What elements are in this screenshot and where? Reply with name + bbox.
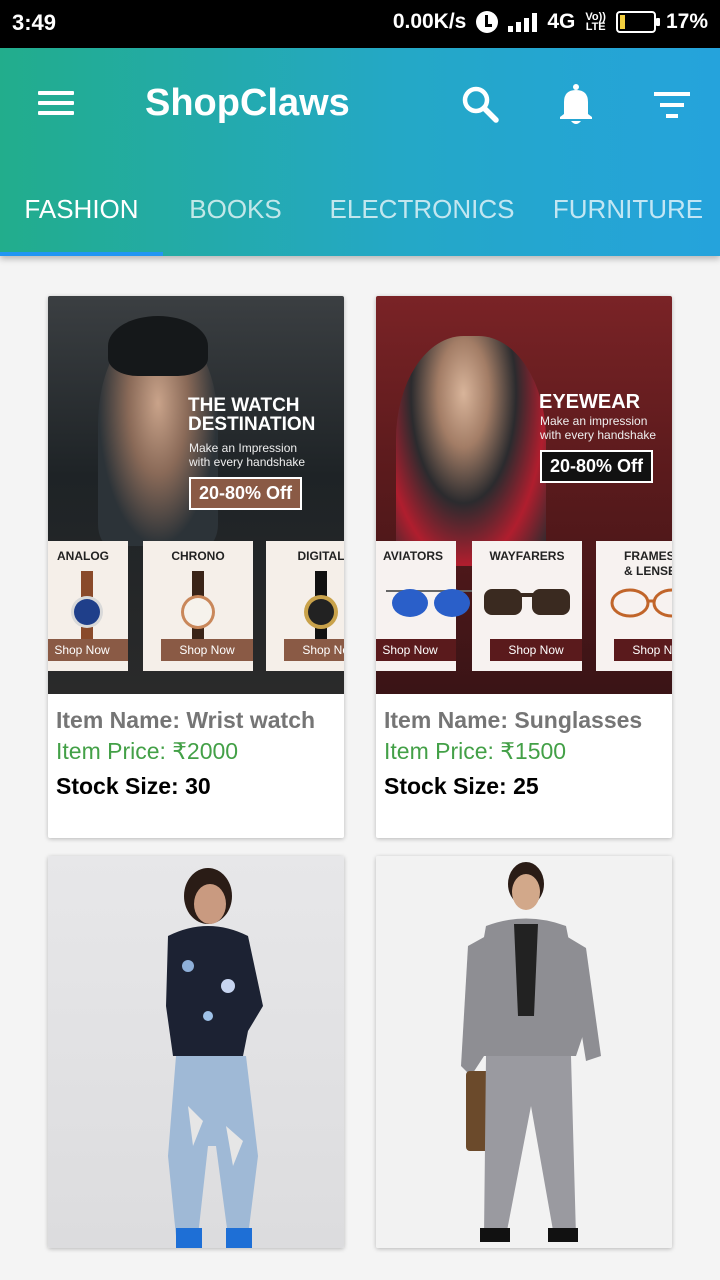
tile-shop-now: Shop Now bbox=[614, 639, 672, 661]
tile-shop-now: Shop Now bbox=[48, 639, 128, 661]
tile-label: ANALOG bbox=[57, 549, 109, 563]
filter-icon[interactable] bbox=[652, 88, 692, 122]
tile-chrono: CHRONO Shop Now bbox=[143, 541, 253, 671]
model-image bbox=[396, 336, 546, 566]
item-name: Item Name: Wrist watch bbox=[56, 707, 316, 733]
tile-shop-now: Shop Now bbox=[490, 639, 582, 661]
tab-books[interactable]: BOOKS bbox=[163, 184, 308, 256]
search-icon[interactable] bbox=[460, 84, 500, 124]
product-card-4[interactable] bbox=[376, 856, 672, 1248]
category-tabs: FASHION BOOKS ELECTRONICS FURNITURE bbox=[0, 184, 720, 256]
banner-headline-1: EYEWEAR bbox=[539, 391, 641, 413]
man-photo bbox=[461, 862, 601, 1242]
item-name: Item Name: Sunglasses bbox=[384, 707, 643, 733]
tile-label: DIGITAL bbox=[297, 549, 344, 563]
product-image-sunglasses-banner[interactable]: EYEWEAR Make an impression with every ha… bbox=[376, 296, 672, 694]
tab-label: ELECTRONICS bbox=[329, 194, 515, 224]
item-price: Item Price: ₹2000 bbox=[56, 738, 239, 764]
banner-headline-1: THE WATCH bbox=[188, 395, 300, 416]
eyeglasses-icon bbox=[610, 588, 672, 618]
tile-shop-now: Shop Now bbox=[161, 639, 253, 661]
tab-furniture[interactable]: FURNITURE bbox=[536, 184, 720, 256]
tile-label: CHRONO bbox=[171, 549, 225, 563]
tile-digital: DIGITAL Shop Now bbox=[266, 541, 344, 671]
volte-icon: Vo)) LTE bbox=[585, 12, 606, 33]
product-card-sunglasses[interactable]: EYEWEAR Make an impression with every ha… bbox=[376, 296, 672, 838]
status-right: 0.00K/s 4G Vo)) LTE 17% bbox=[393, 10, 708, 34]
battery-icon bbox=[615, 11, 660, 33]
tile-shop-now: Shop Now bbox=[284, 639, 344, 661]
sunglasses-icon bbox=[386, 589, 476, 617]
app-bar: ShopClaws FASHION BOOKS ELECTRONICS FURN… bbox=[0, 48, 720, 256]
tile-shop-now: Shop Now bbox=[376, 639, 456, 661]
tab-label: FASHION bbox=[24, 194, 139, 224]
app-title: ShopClaws bbox=[145, 82, 350, 124]
banner-offer: 20-80% Off bbox=[189, 477, 303, 510]
battery-fill bbox=[619, 15, 625, 29]
tile-label: FRAMES & LENSES bbox=[596, 549, 672, 579]
tile-aviators: AVIATORS Shop Now bbox=[376, 541, 476, 671]
sunglasses-icon bbox=[484, 589, 570, 615]
banner-sub-1: Make an impression bbox=[540, 414, 648, 428]
tile-label: AVIATORS bbox=[382, 549, 443, 563]
stock-size: Stock Size: 30 bbox=[56, 773, 211, 799]
signal-icon bbox=[508, 12, 538, 32]
product-info: Item Name: Wrist watch Item Price: ₹2000… bbox=[48, 694, 344, 810]
tab-label: BOOKS bbox=[189, 194, 282, 224]
stock-size: Stock Size: 25 bbox=[384, 773, 539, 799]
tile-label: WAYFARERS bbox=[489, 549, 565, 563]
battery-percent: 17% bbox=[665, 10, 708, 33]
product-info: Item Name: Sunglasses Item Price: ₹1500 … bbox=[376, 694, 672, 810]
tile-analog: ANALOG Shop Now bbox=[48, 541, 128, 671]
banner-sub-2: with every handshake bbox=[189, 455, 306, 469]
alarm-icon bbox=[476, 11, 499, 33]
volte-bottom: LTE bbox=[585, 21, 606, 33]
tab-fashion[interactable]: FASHION bbox=[0, 184, 163, 256]
status-time: 3:49 bbox=[12, 10, 57, 35]
status-bar: 3:49 0.00K/s 4G Vo)) LTE 17% bbox=[0, 0, 720, 48]
menu-icon[interactable] bbox=[36, 88, 76, 118]
product-card-3[interactable] bbox=[48, 856, 344, 1248]
network-type: 4G bbox=[547, 10, 576, 33]
bell-icon[interactable] bbox=[556, 82, 596, 126]
banner-sub-2: with every handshake bbox=[540, 428, 657, 442]
item-price: Item Price: ₹1500 bbox=[384, 738, 567, 764]
net-speed: 0.00K/s bbox=[392, 10, 467, 33]
product-image-suit[interactable] bbox=[376, 856, 672, 1248]
tab-electronics[interactable]: ELECTRONICS bbox=[308, 184, 536, 256]
product-image-watch-banner[interactable]: THE WATCH DESTINATION Make an Impression… bbox=[48, 296, 344, 694]
model-hair bbox=[108, 316, 208, 376]
tile-label-line-1: FRAMES bbox=[624, 549, 672, 563]
tile-label-line-2: & LENSES bbox=[624, 564, 672, 578]
banner-headline-2: DESTINATION bbox=[188, 414, 316, 435]
product-card-watch[interactable]: THE WATCH DESTINATION Make an Impression… bbox=[48, 296, 344, 838]
banner-sub-1: Make an Impression bbox=[189, 441, 298, 455]
woman-photo bbox=[166, 868, 263, 1248]
product-image-woman[interactable] bbox=[48, 856, 344, 1248]
banner-offer: 20-80% Off bbox=[540, 450, 654, 483]
tab-label: FURNITURE bbox=[552, 194, 704, 224]
tile-wayfarers: WAYFARERS Shop Now bbox=[472, 541, 582, 671]
tab-indicator bbox=[0, 252, 163, 256]
tile-frames: FRAMES & LENSES Shop Now bbox=[596, 541, 672, 671]
